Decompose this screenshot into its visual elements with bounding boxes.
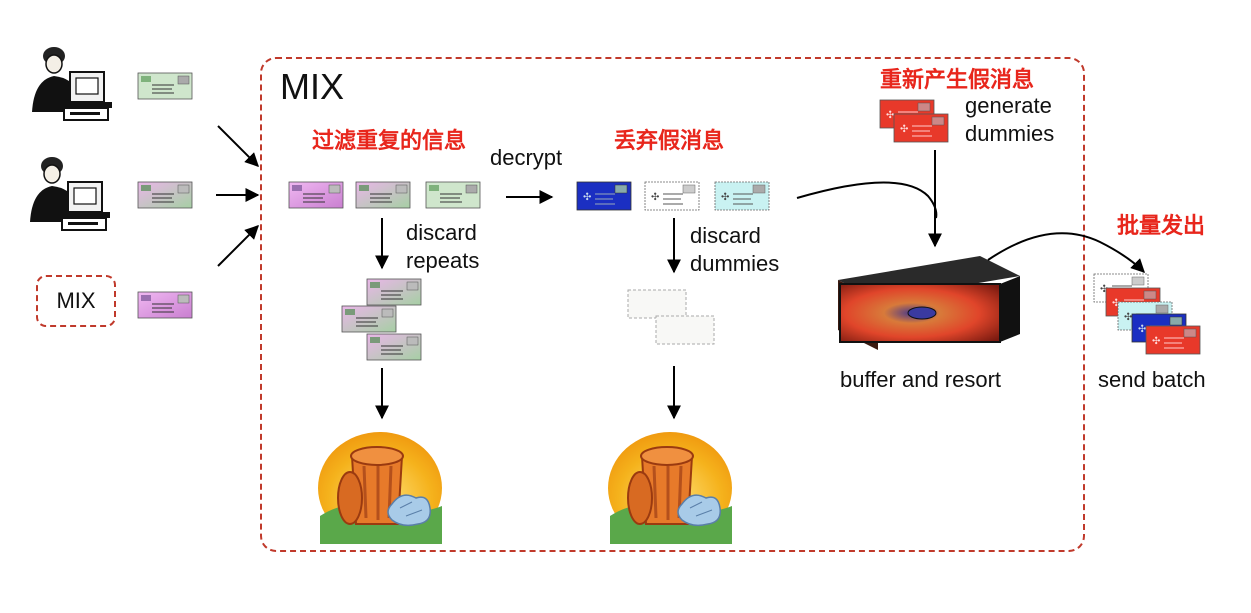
trash-can-icon [316,430,444,546]
person-computer-icon [31,46,113,121]
envelope-icon [644,181,700,211]
envelope-icon [137,72,193,100]
envelope-icon [714,181,770,211]
envelope-icon [1145,325,1201,355]
envelope-icon [366,278,422,306]
envelope-icon [893,113,949,143]
person-computer-icon [29,156,111,231]
trash-can-icon [606,430,734,546]
mix-diagram-graphics: ✣ ✣ ✣ ✣ [29,46,1201,546]
arrow-icon [217,125,259,167]
envelope-icon [627,289,687,319]
envelope-icon [576,181,632,211]
arrow-icon [987,232,1145,273]
envelope-icon [137,181,193,209]
envelope-icon [425,181,481,209]
arrow-icon [217,225,259,267]
buffer-box-icon [838,256,1020,350]
arrow-icon [796,181,938,219]
envelope-icon [137,291,193,319]
envelope-icon [366,333,422,361]
envelope-icon [355,181,411,209]
envelope-icon [655,315,715,345]
envelope-icon [341,305,397,333]
envelope-icon [288,181,344,209]
